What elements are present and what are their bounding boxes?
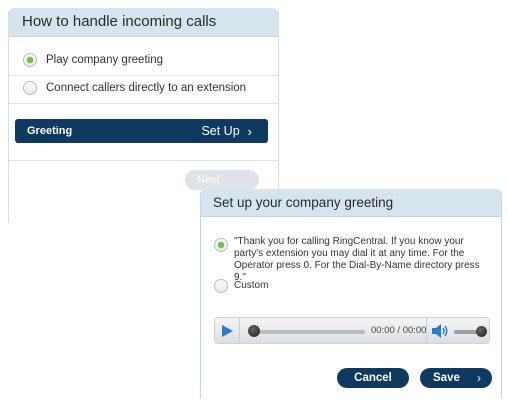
default-greeting-text: "Thank you for calling RingCentral. If y… [234,236,480,283]
custom-greeting-label: Custom [234,280,269,291]
next-button[interactable]: Next [185,170,259,190]
greeting-label: Greeting [27,125,73,137]
divider [426,318,427,343]
radio-selected-icon[interactable] [23,53,37,67]
setup-label: Set Up [201,124,240,138]
time-readout: 00:00 / 00:00 [371,325,427,336]
option-connect-extension[interactable]: Connect callers directly to an extension [23,78,246,98]
seek-track[interactable] [253,330,365,334]
cancel-label: Cancel [354,372,392,384]
divider [9,103,278,104]
option-connect-extension-label: Connect callers directly to an extension [46,82,247,94]
company-greeting-title: Set up your company greeting [201,189,501,217]
option-play-greeting-label: Play company greeting [46,54,163,66]
divider [9,160,278,161]
radio-unselected-icon[interactable] [23,81,37,95]
option-play-greeting[interactable]: Play company greeting [23,50,163,70]
divider [9,75,278,76]
save-button[interactable]: Save › [420,368,492,388]
radio-unselected-icon[interactable] [214,279,228,293]
volume-handle[interactable] [476,326,487,337]
chevron-right-icon: › [247,123,252,139]
audio-player: 00:00 / 00:00 [214,317,490,344]
seek-handle[interactable] [248,325,260,337]
setup-button[interactable]: Set Up › [201,124,252,139]
company-greeting-panel: Set up your company greeting "Thank you … [200,189,502,399]
cancel-button[interactable]: Cancel [337,368,409,388]
incoming-calls-title: How to handle incoming calls [9,8,278,37]
speaker-icon[interactable] [431,323,449,339]
play-icon[interactable] [222,325,233,337]
radio-selected-icon[interactable] [214,238,228,252]
greeting-setup-bar[interactable]: Greeting Set Up › [15,119,268,143]
save-label: Save [433,372,460,384]
divider [239,318,240,343]
chevron-right-icon: › [477,371,481,385]
